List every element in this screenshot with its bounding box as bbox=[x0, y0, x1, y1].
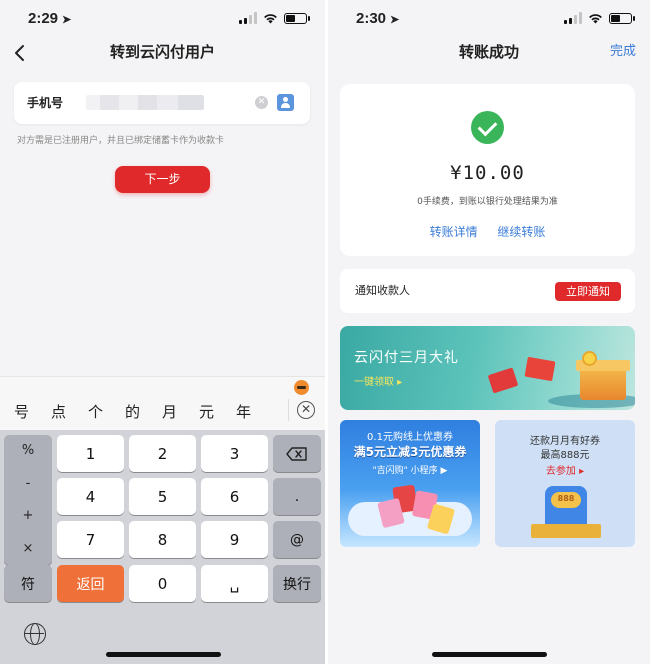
promo2-join-link[interactable]: 去参加 ▸ bbox=[495, 462, 635, 477]
promo2-line1: 还款月月有好券 bbox=[530, 436, 600, 447]
key-plus[interactable]: + bbox=[4, 500, 52, 533]
status-bar: 2:29 ➤ bbox=[0, 0, 325, 40]
close-candidates-icon[interactable]: ✕ bbox=[297, 401, 315, 419]
promo2-line2: 最高888元 bbox=[540, 450, 590, 461]
candidate-item[interactable]: 点 bbox=[34, 401, 74, 422]
promo1-line1: 0.1元购线上优惠券 bbox=[367, 432, 453, 443]
key-9[interactable]: 9 bbox=[201, 521, 268, 558]
home-indicator bbox=[432, 652, 547, 657]
banner-cta[interactable]: 一键领取 ▸ bbox=[354, 373, 402, 388]
continue-transfer-link[interactable]: 继续转账 bbox=[497, 225, 545, 239]
coin-icon bbox=[582, 351, 597, 366]
phone-label: 手机号 bbox=[27, 96, 64, 110]
promo2-badge: 888 bbox=[557, 494, 575, 503]
newline-key[interactable]: 换行 bbox=[273, 565, 321, 602]
key-8[interactable]: 8 bbox=[129, 521, 196, 558]
candidate-item[interactable]: 个 bbox=[71, 401, 111, 422]
key-dot[interactable]: . bbox=[273, 478, 321, 515]
symbol-key[interactable]: 符 bbox=[4, 565, 52, 602]
candidate-item[interactable]: 年 bbox=[219, 401, 259, 422]
done-button[interactable]: 完成 bbox=[610, 38, 636, 66]
key-3[interactable]: 3 bbox=[201, 435, 268, 472]
backspace-key[interactable] bbox=[273, 435, 321, 472]
key-0[interactable]: 0 bbox=[129, 565, 196, 602]
globe-icon[interactable] bbox=[24, 623, 46, 645]
location-icon: ➤ bbox=[62, 14, 72, 26]
red-envelope-icon bbox=[487, 367, 519, 394]
transfer-details-link[interactable]: 转账详情 bbox=[430, 225, 478, 239]
key-1[interactable]: 1 bbox=[57, 435, 124, 472]
battery-icon bbox=[284, 12, 310, 24]
notify-label: 通知收款人 bbox=[355, 284, 410, 297]
repayment-promo-card[interactable]: 还款月月有好券 最高888元 去参加 ▸ 888 bbox=[495, 420, 635, 547]
status-time: 2:30 bbox=[356, 10, 387, 27]
backspace-icon bbox=[286, 446, 307, 461]
fee-note: 0手续费，到账以银行处理结果为准 bbox=[417, 197, 558, 207]
notify-payee-card: 通知收款人 立即通知 bbox=[340, 269, 635, 313]
key-6[interactable]: 6 bbox=[201, 478, 268, 515]
candidate-item[interactable]: 号 bbox=[0, 401, 37, 422]
hint-text: 对方需是已注册用户，并且已绑定储蓄卡作为收款卡 bbox=[17, 136, 225, 146]
clear-input-icon[interactable]: ✕ bbox=[255, 96, 268, 109]
notify-now-button[interactable]: 立即通知 bbox=[555, 282, 621, 301]
wifi-icon bbox=[589, 13, 602, 23]
march-gift-banner[interactable]: 云闪付三月大礼 一键领取 ▸ bbox=[340, 326, 635, 410]
nav-bar: 转到云闪付用户 bbox=[0, 38, 325, 66]
return-key[interactable]: 返回 bbox=[57, 565, 124, 602]
status-time: 2:29 bbox=[28, 10, 59, 27]
candidate-item[interactable]: 的 bbox=[108, 401, 148, 422]
space-key[interactable]: ␣ bbox=[201, 565, 268, 602]
key-minus[interactable]: - bbox=[4, 468, 52, 501]
key-at[interactable]: @ bbox=[273, 521, 321, 558]
red-envelope-icon bbox=[524, 356, 556, 382]
promo1-line2: 满5元立减3元优惠券 bbox=[353, 445, 467, 459]
candidate-bar: 号 点 个 的 月 元 年 ✕ bbox=[0, 376, 325, 430]
keyboard-logo-icon[interactable] bbox=[294, 380, 309, 395]
key-2[interactable]: 2 bbox=[129, 435, 196, 472]
transfer-amount: ¥10.00 bbox=[450, 162, 525, 184]
phone-input-value[interactable] bbox=[86, 95, 204, 110]
key-5[interactable]: 5 bbox=[129, 478, 196, 515]
symbol-column: % - + × bbox=[4, 435, 52, 565]
contacts-icon[interactable] bbox=[277, 94, 294, 111]
key-multiply[interactable]: × bbox=[4, 533, 52, 566]
success-card: ¥10.00 0手续费，到账以银行处理结果为准 转账详情 继续转账 bbox=[340, 84, 635, 256]
page-title: 转账成功 bbox=[458, 43, 519, 61]
phone-input-card[interactable]: 手机号 ✕ bbox=[14, 82, 310, 124]
transfer-screen: 2:29 ➤ 转到云闪付用户 手机号 ✕ 对方需是已注册用户，并且已绑定储蓄卡作为… bbox=[0, 0, 325, 664]
gift-box-icon bbox=[580, 368, 626, 400]
next-step-button[interactable]: 下一步 bbox=[115, 166, 210, 193]
nav-bar: 转账成功 完成 bbox=[328, 38, 650, 66]
coupon-promo-card[interactable]: 0.1元购线上优惠券 满5元立减3元优惠券 "吉闪购" 小程序 ▶ bbox=[340, 420, 480, 547]
key-4[interactable]: 4 bbox=[57, 478, 124, 515]
status-bar: 2:30 ➤ bbox=[328, 0, 650, 40]
banner-title: 云闪付三月大礼 bbox=[354, 350, 459, 366]
transfer-success-screen: 2:30 ➤ 转账成功 完成 ¥10.00 0手续费，到账以银行处理结果为准 转账… bbox=[328, 0, 650, 664]
numeric-keyboard: % - + × 1 2 3 4 5 6 . 7 8 9 @ 符 返回 0 ␣ 换… bbox=[0, 430, 325, 664]
success-check-icon bbox=[471, 111, 504, 144]
key-7[interactable]: 7 bbox=[57, 521, 124, 558]
promo1-line3: "吉闪购" 小程序 ▶ bbox=[372, 466, 448, 476]
battery-icon bbox=[609, 12, 635, 24]
candidate-item[interactable]: 元 bbox=[182, 401, 222, 422]
signal-icon bbox=[564, 12, 582, 24]
location-icon: ➤ bbox=[390, 14, 400, 26]
home-indicator bbox=[105, 652, 221, 657]
wifi-icon bbox=[264, 13, 277, 23]
signal-icon bbox=[239, 12, 257, 24]
key-percent[interactable]: % bbox=[4, 435, 52, 468]
page-title: 转到云闪付用户 bbox=[109, 43, 215, 61]
candidate-item[interactable]: 月 bbox=[145, 401, 185, 422]
